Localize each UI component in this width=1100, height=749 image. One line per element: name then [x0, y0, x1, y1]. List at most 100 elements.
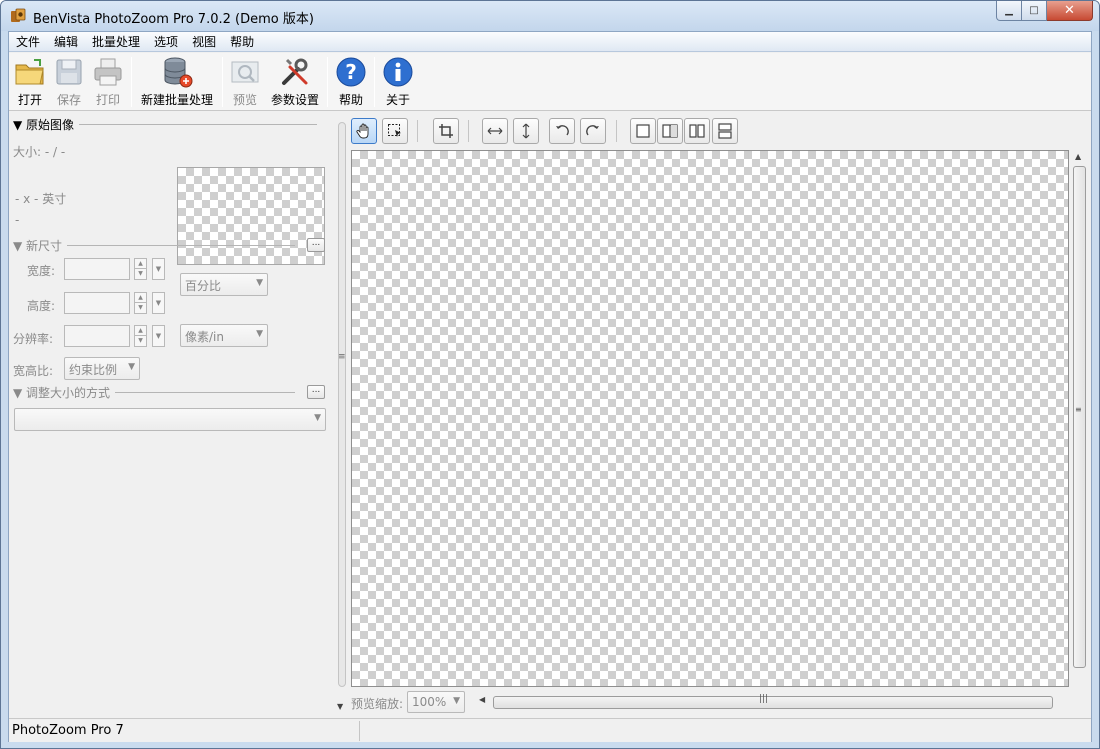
- new-batch-label: 新建批量处理: [140, 93, 213, 107]
- maximize-button[interactable]: □: [1022, 1, 1047, 21]
- resolution-unit-value: 像素/in: [185, 330, 224, 344]
- horizontal-scrollbar[interactable]: ◀ |||: [479, 694, 1089, 711]
- resolution-unit-select[interactable]: 像素/in ▼: [180, 324, 268, 347]
- app-icon: [11, 8, 26, 22]
- width-menu-button[interactable]: ▼: [152, 258, 165, 280]
- resolution-spinner[interactable]: ▲ ▼: [134, 325, 147, 347]
- height-menu-button[interactable]: ▼: [152, 292, 165, 314]
- width-input[interactable]: [64, 258, 130, 280]
- toolbar-separator: [417, 120, 418, 142]
- single-view-button[interactable]: [630, 118, 656, 144]
- spin-down-icon: ▼: [134, 303, 147, 314]
- rotate-right-button[interactable]: [580, 118, 606, 144]
- arrow-up-icon[interactable]: ▲: [1075, 152, 1081, 161]
- help-label: 帮助: [338, 93, 363, 107]
- preview-canvas[interactable]: [351, 150, 1069, 687]
- rotate-left-button[interactable]: [549, 118, 575, 144]
- flip-horizontal-button[interactable]: [482, 118, 508, 144]
- original-extra-text: -: [15, 213, 20, 227]
- menu-batch[interactable]: 批量处理: [85, 32, 147, 51]
- help-button[interactable]: ? 帮助: [333, 55, 369, 109]
- splitter-track[interactable]: [338, 122, 346, 687]
- minimize-icon: ▁: [1005, 5, 1013, 16]
- minimize-button[interactable]: ▁: [996, 1, 1022, 21]
- chevron-down-icon: ▼: [155, 265, 162, 273]
- original-size-text: 大小: - / -: [13, 145, 66, 159]
- preview-button[interactable]: 预览: [227, 55, 263, 109]
- resolution-input[interactable]: [64, 325, 130, 347]
- chevron-down-icon: ▼: [256, 278, 263, 288]
- resize-method-select[interactable]: ▼: [14, 408, 326, 431]
- rotate-left-icon: [556, 125, 569, 136]
- resize-method-header[interactable]: ▼ 调整大小的方式: [13, 384, 296, 401]
- arrow-left-icon[interactable]: ◀: [479, 695, 485, 704]
- toolbar-separator: [222, 57, 223, 107]
- close-button[interactable]: ✕: [1047, 1, 1093, 21]
- size-unit-select[interactable]: 百分比 ▼: [180, 273, 268, 296]
- printer-icon: [94, 58, 122, 86]
- resolution-menu-button[interactable]: ▼: [152, 325, 165, 347]
- spin-down-icon: ▼: [134, 336, 147, 347]
- new-size-header[interactable]: ▼ 新尺寸: [13, 237, 296, 254]
- menu-edit[interactable]: 编辑: [47, 32, 85, 51]
- split-view-button[interactable]: [657, 118, 683, 144]
- section-divider: [79, 124, 318, 125]
- print-button[interactable]: 打印: [90, 55, 126, 109]
- new-size-more-button[interactable]: ...: [307, 238, 325, 252]
- flip-vertical-button[interactable]: [513, 118, 539, 144]
- client-area: 文件 编辑 批量处理 选项 视图 帮助 打开 保存 打印 新建批量处理 预览 参…: [8, 31, 1092, 742]
- width-label: 宽度:: [27, 264, 56, 278]
- top-bottom-icon: [718, 123, 732, 139]
- preview-image-icon: [231, 61, 259, 83]
- new-batch-button[interactable]: 新建批量处理: [137, 55, 217, 109]
- menu-file[interactable]: 文件: [9, 32, 47, 51]
- crop-icon: [439, 124, 453, 138]
- preview-label: 预览: [232, 93, 257, 107]
- grip-icon: |||: [759, 694, 769, 704]
- spin-up-icon: ▲: [134, 292, 147, 303]
- settings-button[interactable]: 参数设置: [267, 55, 323, 109]
- about-button[interactable]: 关于: [380, 55, 416, 109]
- toolbar-separator: [468, 120, 469, 142]
- arrow-down-icon[interactable]: ▼: [337, 702, 343, 711]
- hand-tool-button[interactable]: [351, 118, 377, 144]
- aspect-ratio-select[interactable]: 约束比例 ▼: [64, 357, 140, 380]
- preview-zoom-select[interactable]: 100% ▼: [407, 691, 465, 713]
- close-icon: ✕: [1064, 3, 1075, 18]
- save-button[interactable]: 保存: [51, 55, 87, 109]
- spin-up-icon: ▲: [134, 258, 147, 269]
- tools-wrench-screwdriver-icon: [282, 58, 308, 85]
- grip-icon: ≡: [338, 352, 346, 362]
- chevron-down-icon: ▼: [155, 332, 162, 340]
- original-image-header[interactable]: ▼ 原始图像: [13, 116, 318, 133]
- top-bottom-view-button[interactable]: [712, 118, 738, 144]
- menu-help[interactable]: 帮助: [223, 32, 261, 51]
- resize-method-more-button[interactable]: ...: [307, 385, 325, 399]
- open-button[interactable]: 打开: [12, 55, 48, 109]
- height-input[interactable]: [64, 292, 130, 314]
- arrows-horizontal-icon: [487, 127, 503, 135]
- menu-view[interactable]: 视图: [185, 32, 223, 51]
- single-view-icon: [636, 124, 650, 138]
- main-toolbar: 打开 保存 打印 新建批量处理 预览 参数设置 ? 帮助 关于: [9, 53, 1091, 111]
- vertical-scrollbar[interactable]: ▲ ≡: [1071, 150, 1088, 687]
- selection-tool-button[interactable]: [382, 118, 408, 144]
- window-title: BenVista PhotoZoom Pro 7.0.2 (Demo 版本): [33, 12, 314, 27]
- settings-label: 参数设置: [270, 93, 319, 107]
- title-bar[interactable]: BenVista PhotoZoom Pro 7.0.2 (Demo 版本) ▁…: [1, 1, 1099, 31]
- spin-up-icon: ▲: [134, 325, 147, 336]
- vertical-scroll-thumb[interactable]: [1073, 166, 1086, 668]
- original-image-title: ▼ 原始图像: [13, 118, 75, 132]
- spin-down-icon: ▼: [134, 269, 147, 280]
- crop-button[interactable]: [433, 118, 459, 144]
- status-separator: [359, 721, 360, 741]
- preview-zoom-value: 100%: [412, 695, 447, 709]
- save-disk-icon: [56, 59, 82, 85]
- panel-splitter[interactable]: ≡ ▼: [334, 112, 350, 717]
- height-spinner[interactable]: ▲ ▼: [134, 292, 147, 314]
- chevron-down-icon: ▼: [453, 696, 460, 706]
- horizontal-scroll-thumb[interactable]: [493, 696, 1053, 709]
- width-spinner[interactable]: ▲ ▼: [134, 258, 147, 280]
- menu-options[interactable]: 选项: [147, 32, 185, 51]
- side-by-side-view-button[interactable]: [684, 118, 710, 144]
